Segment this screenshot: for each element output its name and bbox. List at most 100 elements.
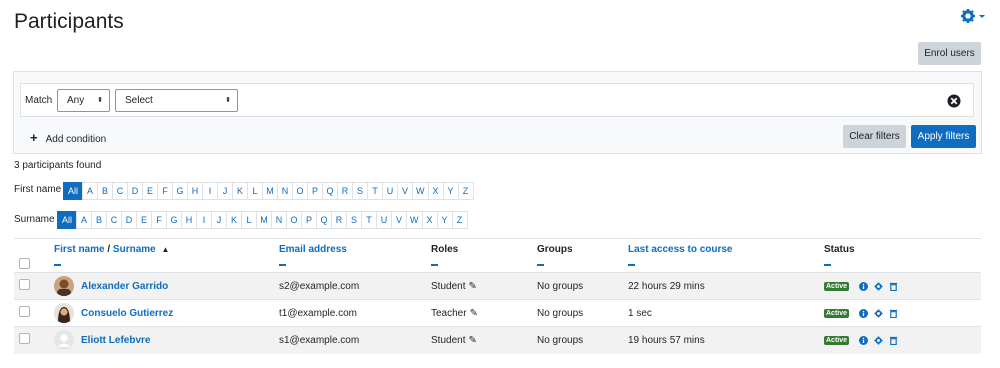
surname-initial-g[interactable]: G <box>166 211 182 229</box>
surname-initial-d[interactable]: D <box>121 211 137 229</box>
surname-initial-e[interactable]: E <box>136 211 152 229</box>
surname-initial-q[interactable]: Q <box>316 211 332 229</box>
select-all-checkbox[interactable] <box>19 258 30 269</box>
edit-roles-icon[interactable]: ✎ <box>470 308 478 319</box>
add-condition-button[interactable]: + Add condition <box>30 130 106 145</box>
firstname-initial-v[interactable]: V <box>397 182 413 200</box>
surname-initial-b[interactable]: B <box>91 211 107 229</box>
match-select[interactable]: Any ⬍ <box>57 89 110 112</box>
firstname-initial-p[interactable]: P <box>307 182 323 200</box>
gear-menu-button[interactable] <box>960 8 986 26</box>
firstname-initial-d[interactable]: D <box>127 182 143 200</box>
surname-initial-u[interactable]: U <box>376 211 392 229</box>
apply-filters-button[interactable]: Apply filters <box>911 125 976 148</box>
filter-type-select[interactable]: Select ⬍ <box>115 89 238 112</box>
firstname-initial-q[interactable]: Q <box>322 182 338 200</box>
collapse-column-icon[interactable] <box>431 264 438 266</box>
sort-firstname-link[interactable]: First name <box>54 244 105 255</box>
firstname-initial-b[interactable]: B <box>97 182 113 200</box>
enrol-users-button[interactable]: Enrol users <box>918 42 981 65</box>
gear-icon[interactable] <box>874 336 883 345</box>
collapse-column-icon[interactable] <box>628 264 635 266</box>
clear-filters-button[interactable]: Clear filters <box>843 125 906 148</box>
surname-initial-f[interactable]: F <box>151 211 167 229</box>
firstname-initial-l[interactable]: L <box>247 182 263 200</box>
collapse-column-icon[interactable] <box>54 264 61 266</box>
surname-initial-i[interactable]: I <box>196 211 212 229</box>
surname-initial-w[interactable]: W <box>406 211 423 229</box>
sort-email-link[interactable]: Email address <box>279 244 347 255</box>
surname-initial-k[interactable]: K <box>226 211 242 229</box>
firstname-initial-k[interactable]: K <box>232 182 248 200</box>
firstname-initial-r[interactable]: R <box>337 182 353 200</box>
row-checkbox[interactable] <box>19 279 30 290</box>
firstname-initial-s[interactable]: S <box>352 182 368 200</box>
surname-initial-l[interactable]: L <box>241 211 257 229</box>
surname-initial-x[interactable]: X <box>421 211 438 229</box>
trash-icon[interactable] <box>889 309 898 318</box>
row-checkbox[interactable] <box>19 333 30 345</box>
firstname-initial-c[interactable]: C <box>112 182 128 200</box>
firstname-initial-f[interactable]: F <box>157 182 173 200</box>
info-icon[interactable] <box>859 308 869 318</box>
user-profile-link[interactable]: Consuelo Gutierrez <box>81 308 173 319</box>
firstname-initial-t[interactable]: T <box>367 182 383 200</box>
surname-initial-o[interactable]: O <box>286 211 302 229</box>
collapse-column-icon[interactable] <box>824 264 831 266</box>
name-column-header: First name / Surname ▲ <box>54 238 279 273</box>
status-column-header: Status <box>824 238 981 273</box>
surname-initial-m[interactable]: M <box>256 211 272 229</box>
surname-initial-s[interactable]: S <box>346 211 362 229</box>
trash-icon[interactable] <box>889 282 898 291</box>
firstname-initial-e[interactable]: E <box>142 182 158 200</box>
surname-initial-v[interactable]: V <box>391 211 407 229</box>
firstname-initial-all[interactable]: All <box>63 182 83 200</box>
firstname-initial-a[interactable]: A <box>82 182 98 200</box>
trash-icon[interactable] <box>889 336 898 345</box>
surname-initial-y[interactable]: Y <box>436 211 453 229</box>
surname-initial-z[interactable]: Z <box>451 211 468 229</box>
surname-initials-label: Surname <box>14 214 55 225</box>
surname-initial-c[interactable]: C <box>106 211 122 229</box>
surname-initial-a[interactable]: A <box>76 211 92 229</box>
surname-initial-t[interactable]: T <box>361 211 377 229</box>
surname-initial-p[interactable]: P <box>301 211 317 229</box>
edit-roles-icon[interactable]: ✎ <box>468 335 476 346</box>
firstname-initial-y[interactable]: Y <box>442 182 459 200</box>
surname-initial-r[interactable]: R <box>331 211 347 229</box>
sort-lastaccess-link[interactable]: Last access to course <box>628 244 733 255</box>
firstname-initial-i[interactable]: I <box>202 182 218 200</box>
select-arrows-icon: ⬍ <box>225 97 231 104</box>
filter-type-value: Select <box>125 95 153 106</box>
remove-condition-icon[interactable] <box>947 94 961 108</box>
surname-initial-j[interactable]: J <box>211 211 227 229</box>
firstname-initial-z[interactable]: Z <box>457 182 474 200</box>
firstname-initial-n[interactable]: N <box>277 182 293 200</box>
gear-icon[interactable] <box>874 308 883 318</box>
info-icon[interactable] <box>859 281 869 291</box>
row-checkbox[interactable] <box>19 306 30 317</box>
firstname-initial-j[interactable]: J <box>217 182 233 200</box>
info-icon[interactable] <box>859 335 869 345</box>
gear-icon <box>961 9 985 23</box>
surname-initial-n[interactable]: N <box>271 211 287 229</box>
firstname-initial-w[interactable]: W <box>412 182 429 200</box>
firstname-initial-h[interactable]: H <box>187 182 203 200</box>
collapse-column-icon[interactable] <box>279 264 286 266</box>
surname-initial-all[interactable]: All <box>57 211 77 229</box>
firstname-initial-m[interactable]: M <box>262 182 278 200</box>
gear-icon[interactable] <box>874 281 883 291</box>
firstname-initial-g[interactable]: G <box>172 182 188 200</box>
user-profile-link[interactable]: Eliott Lefebvre <box>81 335 150 346</box>
edit-roles-icon[interactable]: ✎ <box>468 281 476 292</box>
surname-initial-h[interactable]: H <box>181 211 197 229</box>
firstname-initial-u[interactable]: U <box>382 182 398 200</box>
sort-surname-link[interactable]: Surname <box>113 244 156 255</box>
firstname-initial-x[interactable]: X <box>427 182 444 200</box>
user-profile-link[interactable]: Alexander Garrido <box>81 281 168 292</box>
role-label: Teacher <box>431 307 467 319</box>
table-row: Eliott Lefebvre s1@example.com Student ✎ … <box>14 326 981 354</box>
collapse-column-icon[interactable] <box>537 264 544 266</box>
email-cell: s2@example.com <box>279 272 431 300</box>
firstname-initial-o[interactable]: O <box>292 182 308 200</box>
